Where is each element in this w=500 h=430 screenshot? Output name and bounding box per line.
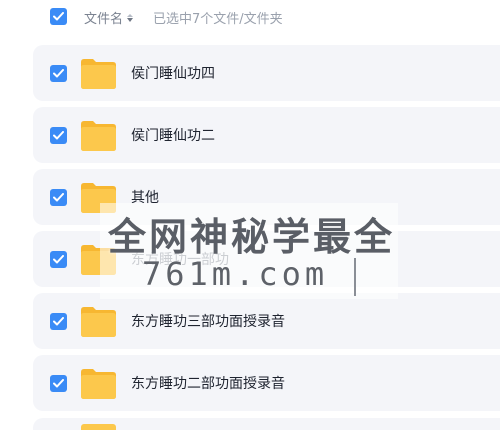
file-name[interactable]: 侯门睡仙功二 — [131, 125, 215, 145]
row-checkbox[interactable] — [50, 65, 67, 82]
folder-icon — [81, 59, 116, 89]
file-name[interactable]: 侯门睡仙功四 — [131, 63, 215, 83]
checkmark-icon — [53, 379, 64, 388]
file-name[interactable]: 其他 — [131, 187, 159, 207]
list-item-partial[interactable] — [33, 418, 500, 430]
checkmark-icon — [53, 255, 64, 264]
list-item[interactable]: 东方睡功三部功面授录音 — [33, 293, 500, 349]
folder-icon — [81, 369, 116, 399]
list-item[interactable]: 侯门睡仙功四 — [33, 45, 500, 101]
folder-icon — [81, 424, 116, 430]
row-checkbox[interactable] — [50, 251, 67, 268]
folder-icon — [81, 245, 116, 275]
checkmark-icon — [53, 69, 64, 78]
checkmark-icon — [53, 12, 64, 21]
sort-by-name-button[interactable]: 文件名 — [84, 8, 134, 27]
row-checkbox[interactable] — [50, 313, 67, 330]
row-checkbox[interactable] — [50, 189, 67, 206]
list-header: 文件名 已选中7个文件/文件夹 — [0, 0, 500, 34]
select-all-checkbox[interactable] — [50, 8, 67, 25]
row-checkbox[interactable] — [50, 375, 67, 392]
checkmark-icon — [53, 193, 64, 202]
list-item[interactable]: 侯门睡仙功二 — [33, 107, 500, 163]
file-name[interactable]: 东方睡功二部功面授录音 — [131, 373, 285, 393]
list-item[interactable]: 东方睡功二部功面授录音 — [33, 355, 500, 411]
folder-icon — [81, 307, 116, 337]
row-checkbox[interactable] — [50, 127, 67, 144]
sort-icon — [127, 13, 134, 23]
file-list-page: 文件名 已选中7个文件/文件夹 侯门睡仙功四 侯门睡仙功二 其他 东方睡功一部功… — [0, 0, 500, 430]
file-name[interactable]: 东方睡功三部功面授录音 — [131, 311, 285, 331]
folder-icon — [81, 183, 116, 213]
checkmark-icon — [53, 317, 64, 326]
folder-icon — [81, 121, 116, 151]
list-item[interactable]: 其他 — [33, 169, 500, 225]
checkmark-icon — [53, 131, 64, 140]
file-name[interactable]: 东方睡功一部功 — [131, 249, 229, 269]
list-item[interactable]: 东方睡功一部功 — [33, 231, 500, 287]
selection-info: 已选中7个文件/文件夹 — [153, 12, 283, 27]
column-name-label: 文件名 — [84, 12, 124, 27]
